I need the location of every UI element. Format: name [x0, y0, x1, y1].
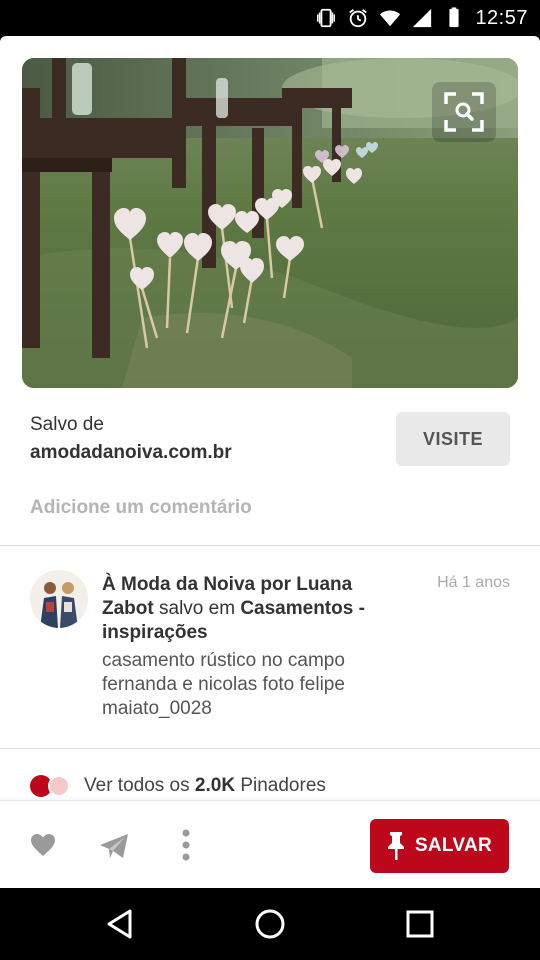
- saved-from: Salvo de amodadanoiva.com.br: [30, 414, 232, 464]
- send-icon[interactable]: [99, 833, 129, 859]
- save-button[interactable]: SALVAR: [370, 819, 509, 873]
- time-ago: Há 1 anos: [437, 574, 510, 591]
- save-label: SALVAR: [414, 835, 493, 856]
- pushpin-icon: [387, 832, 404, 860]
- more-icon[interactable]: [180, 829, 192, 861]
- saved-from-label: Salvo de: [30, 414, 104, 435]
- pinners-suffix: Pinadores: [240, 775, 326, 796]
- home-icon[interactable]: [252, 906, 288, 942]
- avatar-image: [30, 570, 88, 628]
- avatar[interactable]: [30, 570, 88, 628]
- divider: [0, 748, 540, 749]
- pinners-prefix: Ver todos os: [84, 775, 190, 796]
- visual-search-button[interactable]: [432, 82, 496, 142]
- heart-icon[interactable]: [30, 833, 56, 857]
- alarm-icon: [349, 9, 368, 28]
- pinner-avatar: [48, 775, 70, 797]
- pin-image[interactable]: [22, 58, 518, 388]
- attribution-text: À Moda da Noiva por Luana Zabot salvo em…: [102, 573, 402, 721]
- pinners-text: Ver todos os 2.0K Pinadores: [84, 775, 326, 797]
- visit-button[interactable]: VISITE: [396, 412, 510, 466]
- pinners-count: 2.0K: [194, 775, 236, 796]
- back-icon[interactable]: [102, 906, 138, 942]
- add-comment-input[interactable]: Adicione um comentário: [30, 497, 252, 519]
- pin-closeup-sheet: Salvo de amodadanoiva.com.br VISITE Adic…: [0, 36, 540, 888]
- visual-search-icon: [444, 92, 484, 132]
- signal-icon: [413, 8, 432, 28]
- saved-in-text: salvo em: [159, 598, 236, 619]
- vibrate-icon: [317, 8, 336, 28]
- status-bar: 12:57: [0, 0, 540, 36]
- pinners-link[interactable]: Ver todos os 2.0K Pinadores: [30, 774, 326, 798]
- battery-icon: [449, 7, 460, 28]
- recents-icon[interactable]: [402, 906, 438, 942]
- pinner-avatars: [30, 774, 74, 798]
- wifi-icon: [380, 10, 401, 27]
- action-bar: SALVAR: [0, 800, 540, 888]
- pin-description: casamento rústico no campo fernanda e ni…: [102, 650, 345, 719]
- navigation-bar: [0, 888, 540, 960]
- clock: 12:57: [475, 6, 528, 29]
- pin-attribution: À Moda da Noiva por Luana Zabot salvo em…: [0, 546, 540, 748]
- saved-from-domain[interactable]: amodadanoiva.com.br: [30, 442, 232, 464]
